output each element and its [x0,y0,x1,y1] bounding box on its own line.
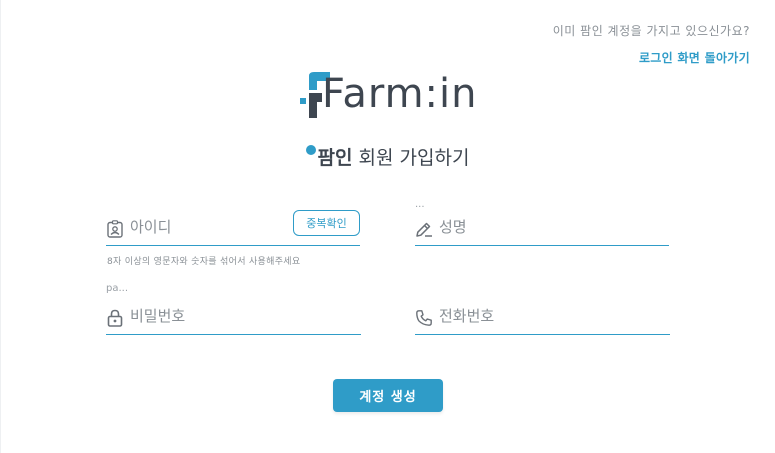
name-input[interactable] [439,218,589,236]
password-input[interactable] [130,307,280,325]
name-field [415,214,669,246]
top-links: 이미 팜인 계정을 가지고 있으신가요? 로그인 화면 돌아가기 [553,22,750,66]
phone-field [415,303,670,335]
password-field [106,303,361,335]
title-dot [305,145,316,155]
lock-icon [107,309,123,327]
id-input[interactable] [130,218,280,236]
create-account-button[interactable]: 계정 생성 [333,379,443,412]
page-title: 팜인 회원 가입하기 [0,143,775,170]
phone-input[interactable] [439,307,589,325]
back-to-login-link[interactable]: 로그인 화면 돌아가기 [553,49,750,66]
name-label: ... [415,199,425,210]
title-rest: 회원 가입하기 [352,147,470,169]
id-field: 중복확인 [106,210,360,246]
id-hint: 8자 이상의 영문자와 숫자를 섞어서 사용해주세요 [107,257,301,267]
logo-text: Farm:in [322,71,478,117]
title-brand: 팜인 [317,147,353,169]
password-label: pa... [106,283,129,294]
have-account-text: 이미 팜인 계정을 가지고 있으신가요? [552,24,750,38]
duplicate-check-button[interactable]: 중복확인 [293,210,360,236]
farmin-logo: Farm:in [300,70,480,120]
pen-icon [416,222,432,237]
id-badge-icon [107,220,123,238]
phone-icon [416,310,432,326]
